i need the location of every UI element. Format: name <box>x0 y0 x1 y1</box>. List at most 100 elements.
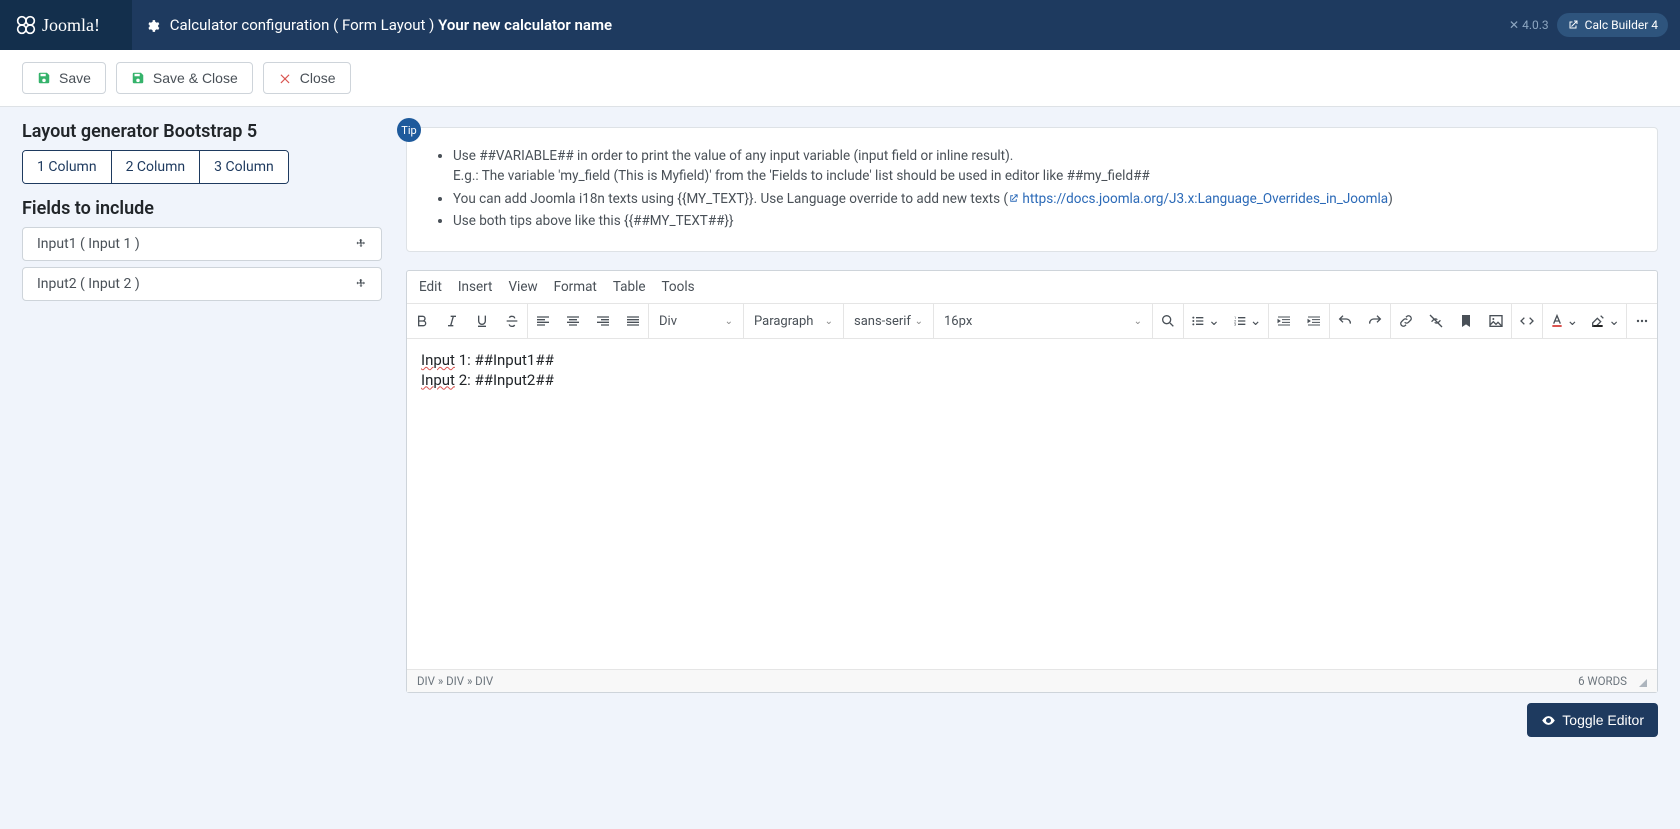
chevron-down-icon: ⌄ <box>825 316 833 327</box>
paragraph-select[interactable]: Paragraph⌄ <box>744 304 844 338</box>
link-icon <box>1398 313 1414 329</box>
toggle-row: Toggle Editor <box>406 693 1658 747</box>
module-badge[interactable]: Calc Builder 4 <box>1557 13 1668 37</box>
action-toolbar: Save Save & Close Close <box>0 50 1680 107</box>
menu-table[interactable]: Table <box>613 279 646 295</box>
textcolor-button[interactable]: ⌄ <box>1543 304 1585 338</box>
bold-button[interactable] <box>407 304 437 338</box>
link-button[interactable] <box>1391 304 1421 338</box>
save-button[interactable]: Save <box>22 62 106 94</box>
code-button[interactable] <box>1512 304 1542 338</box>
floppy-icon <box>37 71 51 85</box>
unlink-button[interactable] <box>1421 304 1451 338</box>
indent-icon <box>1306 313 1322 329</box>
bgcolor-button[interactable]: ⌄ <box>1584 304 1626 338</box>
version-label: ✕ 4.0.3 <box>1509 18 1549 32</box>
align-left-button[interactable] <box>528 304 558 338</box>
italic-button[interactable] <box>437 304 467 338</box>
toggle-editor-button[interactable]: Toggle Editor <box>1527 703 1658 737</box>
undo-button[interactable] <box>1330 304 1360 338</box>
search-button[interactable] <box>1153 304 1183 338</box>
tip-badge: Tip <box>397 118 421 142</box>
title-prefix: Calculator configuration ( Form Layout ) <box>170 16 435 34</box>
underline-button[interactable] <box>467 304 497 338</box>
size-select[interactable]: 16px⌄ <box>934 304 1153 338</box>
align-right-icon <box>595 313 611 329</box>
editor-menubar: Edit Insert View Format Table Tools <box>407 271 1657 304</box>
save-close-button[interactable]: Save & Close <box>116 62 253 94</box>
tip-box: Tip Use ##VARIABLE## in order to print t… <box>406 127 1658 252</box>
ul-button[interactable]: ⌄ <box>1184 304 1226 338</box>
field-label: Input2 ( Input 2 ) <box>37 276 140 292</box>
chevron-down-icon: ⌄ <box>1208 313 1220 329</box>
highlight-icon <box>1590 313 1606 329</box>
resize-handle[interactable] <box>1635 675 1647 687</box>
chevron-down-icon: ⌄ <box>1250 313 1262 329</box>
tip-link[interactable]: https://docs.joomla.org/J3.x:Language_Ov… <box>1008 191 1388 207</box>
toggle-label: Toggle Editor <box>1562 712 1644 728</box>
main-content: Layout generator Bootstrap 5 1 Column 2 … <box>0 107 1680 761</box>
indent-button[interactable] <box>1299 304 1329 338</box>
column-tabs: 1 Column 2 Column 3 Column <box>22 150 289 184</box>
code-icon <box>1519 313 1535 329</box>
editor-toolbar: Div⌄ Paragraph⌄ sans-serif⌄ 16px⌄ ⌄ 123⌄ <box>407 304 1657 339</box>
underline-icon <box>474 313 490 329</box>
unlink-icon <box>1428 313 1444 329</box>
tip-item-i18n: You can add Joomla i18n texts using {{MY… <box>453 189 1635 209</box>
outdent-icon <box>1276 313 1292 329</box>
joomla-icon <box>16 15 36 35</box>
bookmark-button[interactable] <box>1451 304 1481 338</box>
align-center-button[interactable] <box>558 304 588 338</box>
element-path[interactable]: DIV » DIV » DIV <box>417 674 493 688</box>
outdent-button[interactable] <box>1269 304 1299 338</box>
bookmark-icon <box>1458 313 1474 329</box>
bold-icon <box>414 313 430 329</box>
more-icon <box>1634 313 1650 329</box>
editor: Edit Insert View Format Table Tools <box>406 270 1658 693</box>
menu-view[interactable]: View <box>508 279 537 295</box>
move-icon <box>355 278 367 290</box>
chevron-down-icon: ⌄ <box>1134 316 1142 327</box>
menu-insert[interactable]: Insert <box>458 279 493 295</box>
right-column: Tip Use ##VARIABLE## in order to print t… <box>406 121 1658 747</box>
chevron-down-icon: ⌄ <box>1608 313 1620 329</box>
strike-button[interactable] <box>497 304 527 338</box>
textcolor-icon <box>1549 313 1565 329</box>
chevron-down-icon: ⌄ <box>1567 313 1579 329</box>
close-button[interactable]: Close <box>263 62 351 94</box>
field-item-input2[interactable]: Input2 ( Input 2 ) <box>22 267 382 301</box>
brand-text: Joomla! <box>42 15 100 36</box>
page-title: Calculator configuration ( Form Layout )… <box>132 16 1509 34</box>
external-link-icon <box>1567 19 1579 31</box>
chevron-down-icon: ⌄ <box>915 316 923 327</box>
topbar: Joomla! Calculator configuration ( Form … <box>0 0 1680 50</box>
svg-text:3: 3 <box>1234 322 1236 327</box>
move-icon <box>355 238 367 250</box>
field-item-input1[interactable]: Input1 ( Input 1 ) <box>22 227 382 261</box>
menu-edit[interactable]: Edit <box>419 279 442 295</box>
editor-body[interactable]: Input 1: ##Input1## Input 2: ##Input2## <box>407 339 1657 669</box>
more-button[interactable] <box>1627 304 1657 338</box>
tab-3-column[interactable]: 3 Column <box>200 151 288 183</box>
tab-2-column[interactable]: 2 Column <box>112 151 201 183</box>
italic-icon <box>444 313 460 329</box>
ol-button[interactable]: 123⌄ <box>1226 304 1268 338</box>
close-label: Close <box>300 70 336 86</box>
fields-title: Fields to include <box>22 198 382 219</box>
align-justify-icon <box>625 313 641 329</box>
external-link-icon <box>1008 193 1019 204</box>
chevron-down-icon: ⌄ <box>725 316 733 327</box>
menu-tools[interactable]: Tools <box>662 279 695 295</box>
brand-logo[interactable]: Joomla! <box>0 0 132 50</box>
redo-button[interactable] <box>1360 304 1390 338</box>
ul-icon <box>1190 313 1206 329</box>
tab-1-column[interactable]: 1 Column <box>23 151 112 183</box>
align-right-button[interactable] <box>588 304 618 338</box>
image-button[interactable] <box>1481 304 1511 338</box>
font-select[interactable]: sans-serif⌄ <box>844 304 934 338</box>
field-label: Input1 ( Input 1 ) <box>37 236 140 252</box>
menu-format[interactable]: Format <box>554 279 597 295</box>
tip-item-both: Use both tips above like this {{##MY_TEX… <box>453 211 1635 231</box>
align-justify-button[interactable] <box>618 304 648 338</box>
block-select[interactable]: Div⌄ <box>649 304 744 338</box>
